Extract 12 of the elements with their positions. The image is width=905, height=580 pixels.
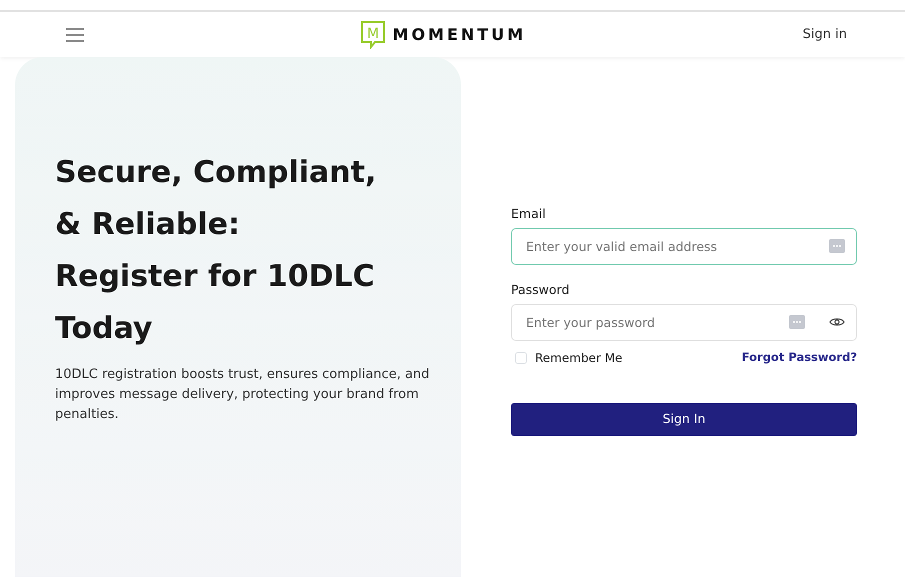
- sign-in-link[interactable]: Sign in: [802, 24, 847, 44]
- sign-in-button[interactable]: Sign In: [511, 402, 857, 436]
- logo-icon: M: [360, 20, 385, 48]
- brand-name: MOMENTUM: [392, 24, 526, 46]
- field-label: Password: [511, 280, 570, 299]
- password-field[interactable]: Enter your password: [511, 304, 857, 340]
- forgot-password-link[interactable]: Forgot Password?: [742, 348, 857, 366]
- remember-label: Remember Me: [535, 350, 622, 366]
- field-label: Email: [511, 205, 547, 223]
- email-field[interactable]: Enter your valid email address: [511, 228, 857, 265]
- hero-description: 10DLC registration boosts trust, ensures compliance, and improves message delivery, protecting your brand from penalties.: [55, 366, 430, 424]
- hero-heading: Secure, Compliant, & Reliable: Register for 10DLC Today: [55, 154, 378, 348]
